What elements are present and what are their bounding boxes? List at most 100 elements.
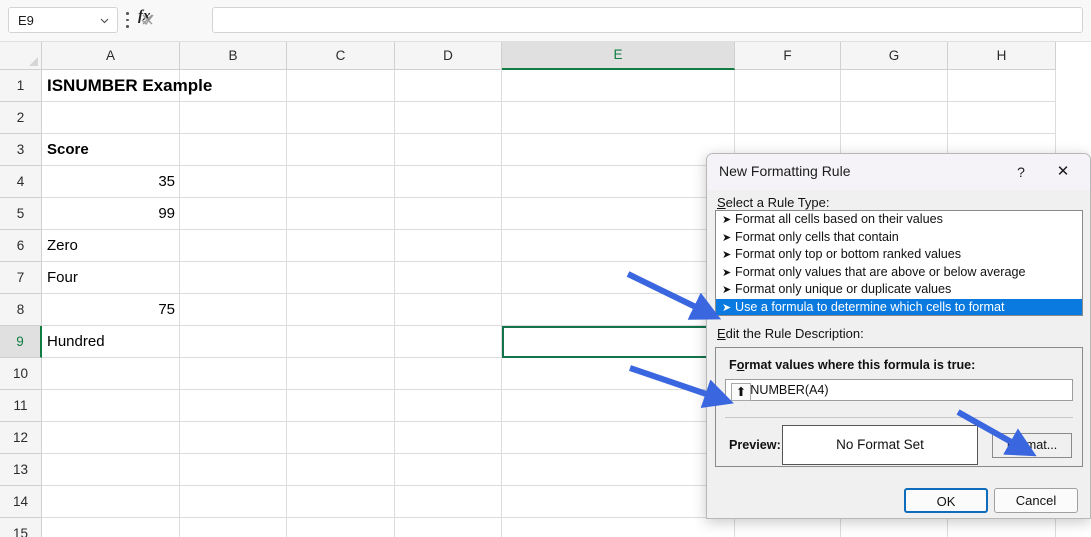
rule-type-item-5[interactable]: ➤ Use a formula to determine which cells … [716, 298, 1082, 315]
cell-B15[interactable] [180, 518, 287, 537]
row-header-13[interactable]: 13 [0, 454, 42, 486]
cell-D11[interactable] [395, 390, 502, 422]
cell-C11[interactable] [287, 390, 395, 422]
cell-B9[interactable] [180, 326, 287, 358]
column-header-c[interactable]: C [287, 42, 395, 70]
cell-A4[interactable]: 35 [42, 166, 180, 198]
ok-button[interactable]: OK [904, 488, 988, 513]
cell-C5[interactable] [287, 198, 395, 230]
column-header-d[interactable]: D [395, 42, 502, 70]
column-header-b[interactable]: B [180, 42, 287, 70]
cell-C4[interactable] [287, 166, 395, 198]
enter-check-icon[interactable] [138, 10, 157, 29]
cell-E2[interactable] [502, 102, 735, 134]
row-header-14[interactable]: 14 [0, 486, 42, 518]
help-icon[interactable]: ? [1008, 161, 1034, 183]
rule-type-item-3[interactable]: ➤ Format only values that are above or be… [716, 264, 1082, 282]
cell-D9[interactable] [395, 326, 502, 358]
cell-D4[interactable] [395, 166, 502, 198]
cell-C8[interactable] [287, 294, 395, 326]
cell-E13[interactable] [502, 454, 735, 486]
cell-B5[interactable] [180, 198, 287, 230]
cell-A6[interactable]: Zero [42, 230, 180, 262]
cell-D5[interactable] [395, 198, 502, 230]
cell-B11[interactable] [180, 390, 287, 422]
row-header-11[interactable]: 11 [0, 390, 42, 422]
cell-B7[interactable] [180, 262, 287, 294]
kebab-menu-icon[interactable] [126, 12, 130, 29]
cell-C15[interactable] [287, 518, 395, 537]
row-header-6[interactable]: 6 [0, 230, 42, 262]
collapse-dialog-icon[interactable]: ⬆ [731, 383, 751, 401]
cancel-button[interactable]: Cancel [994, 488, 1078, 513]
cell-B12[interactable] [180, 422, 287, 454]
cell-A13[interactable] [42, 454, 180, 486]
cell-A8[interactable]: 75 [42, 294, 180, 326]
formula-input-bar[interactable] [212, 7, 1083, 33]
cell-C10[interactable] [287, 358, 395, 390]
cell-A12[interactable] [42, 422, 180, 454]
row-header-5[interactable]: 5 [0, 198, 42, 230]
cell-A2[interactable] [42, 102, 180, 134]
row-header-15[interactable]: 15 [0, 518, 42, 537]
cell-C7[interactable] [287, 262, 395, 294]
row-header-1[interactable]: 1 [0, 70, 42, 102]
cell-G15[interactable] [841, 518, 948, 537]
cell-D14[interactable] [395, 486, 502, 518]
row-header-9[interactable]: 9 [0, 326, 42, 358]
cell-D15[interactable] [395, 518, 502, 537]
cell-F15[interactable] [735, 518, 841, 537]
row-header-8[interactable]: 8 [0, 294, 42, 326]
cell-C14[interactable] [287, 486, 395, 518]
cell-B10[interactable] [180, 358, 287, 390]
cell-H1[interactable] [948, 70, 1056, 102]
row-header-12[interactable]: 12 [0, 422, 42, 454]
cell-D13[interactable] [395, 454, 502, 486]
column-header-g[interactable]: G [841, 42, 948, 70]
cell-E1[interactable] [502, 70, 735, 102]
cell-E3[interactable] [502, 134, 735, 166]
cell-E11[interactable] [502, 390, 735, 422]
format-button[interactable]: Format... [992, 433, 1072, 458]
row-header-3[interactable]: 3 [0, 134, 42, 166]
cell-G1[interactable] [841, 70, 948, 102]
rule-type-item-1[interactable]: ➤ Format only cells that contain [716, 229, 1082, 247]
cell-D8[interactable] [395, 294, 502, 326]
cell-B8[interactable] [180, 294, 287, 326]
cell-H2[interactable] [948, 102, 1056, 134]
cell-E6[interactable] [502, 230, 735, 262]
cell-D2[interactable] [395, 102, 502, 134]
row-header-2[interactable]: 2 [0, 102, 42, 134]
cell-C1[interactable] [287, 70, 395, 102]
row-header-7[interactable]: 7 [0, 262, 42, 294]
cell-D3[interactable] [395, 134, 502, 166]
cell-C3[interactable] [287, 134, 395, 166]
cell-A5[interactable]: 99 [42, 198, 180, 230]
cell-E10[interactable] [502, 358, 735, 390]
cell-E15[interactable] [502, 518, 735, 537]
cell-D12[interactable] [395, 422, 502, 454]
cell-E14[interactable] [502, 486, 735, 518]
cell-A15[interactable] [42, 518, 180, 537]
cell-F2[interactable] [735, 102, 841, 134]
cell-E12[interactable] [502, 422, 735, 454]
cell-A7[interactable]: Four [42, 262, 180, 294]
cell-C12[interactable] [287, 422, 395, 454]
cell-D10[interactable] [395, 358, 502, 390]
cell-E5[interactable] [502, 198, 735, 230]
row-header-10[interactable]: 10 [0, 358, 42, 390]
cell-H15[interactable] [948, 518, 1056, 537]
row-header-4[interactable]: 4 [0, 166, 42, 198]
chevron-down-icon[interactable] [100, 16, 109, 25]
column-header-a[interactable]: A [42, 42, 180, 70]
cell-D6[interactable] [395, 230, 502, 262]
cell-B2[interactable] [180, 102, 287, 134]
cell-D7[interactable] [395, 262, 502, 294]
rule-type-item-0[interactable]: ➤ Format all cells based on their values [716, 211, 1082, 229]
cell-A14[interactable] [42, 486, 180, 518]
cell-C2[interactable] [287, 102, 395, 134]
cell-B3[interactable] [180, 134, 287, 166]
column-header-e[interactable]: E [502, 42, 735, 70]
cell-B13[interactable] [180, 454, 287, 486]
cell-D1[interactable] [395, 70, 502, 102]
